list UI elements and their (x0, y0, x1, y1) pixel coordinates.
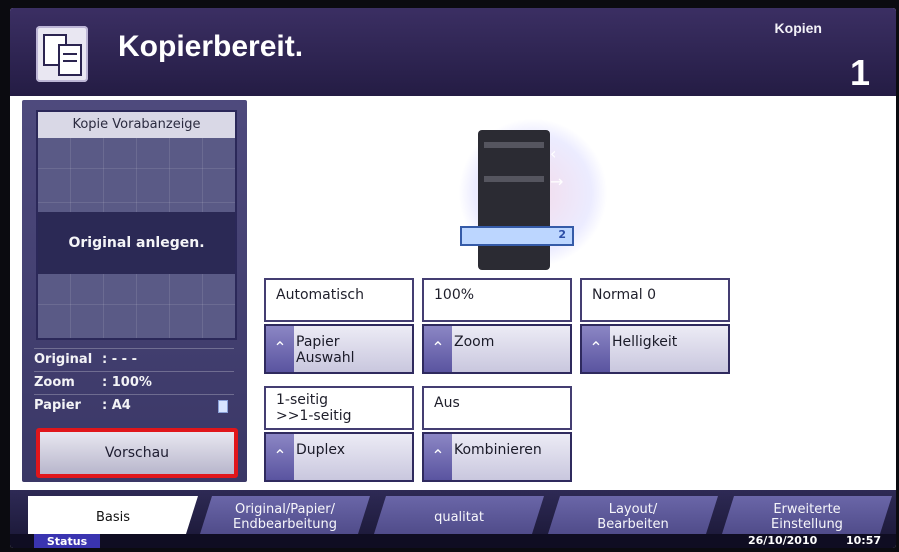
info-key: Papier (34, 398, 81, 413)
tab-basis[interactable]: Basis (28, 496, 198, 534)
info-row-zoom: Zoom : 100% (34, 371, 234, 394)
machine-slot (484, 142, 544, 148)
chevron-up-icon: ⌃ (266, 326, 294, 372)
printer-illustration: ‹ → 2 (460, 130, 574, 270)
combine-button[interactable]: ⌃ Kombinieren (422, 432, 572, 482)
time-display: 10:57 (846, 534, 882, 547)
tab-label: qualitat (434, 509, 484, 525)
info-value: : 100% (102, 375, 152, 390)
tab-bar: Basis Original/Papier/ Endbearbeitung qu… (10, 490, 896, 534)
brightness-setting-value: Normal 0 (580, 278, 730, 322)
info-value: : A4 (102, 398, 131, 413)
button-label: Kombinieren (454, 442, 542, 458)
chevron-up-icon: ⌃ (424, 434, 452, 480)
copies-label: Kopien (774, 20, 822, 36)
date-display: 26/10/2010 (748, 534, 818, 547)
preview-button-highlight: Vorschau (36, 428, 238, 478)
tab-label: Erweiterte Einstellung (771, 502, 843, 532)
chevron-up-icon: ⌃ (582, 326, 610, 372)
combine-setting-value: Aus (422, 386, 572, 430)
paper-setting-value: Automatisch (264, 278, 414, 322)
copies-count: 1 (849, 52, 870, 93)
button-label: Papier Auswahl (296, 334, 355, 366)
button-label: Helligkeit (612, 334, 678, 350)
tab-quality[interactable]: qualitat (374, 496, 544, 534)
info-row-original: Original : - - - (34, 348, 234, 371)
preview-title: Kopie Vorabanzeige (38, 112, 235, 138)
tab-label: Original/Papier/ Endbearbeitung (233, 502, 337, 532)
duplex-setting-value: 1-seitig >>1-seitig (264, 386, 414, 430)
tab-layout[interactable]: Layout/ Bearbeiten (548, 496, 718, 534)
tab-original-paper[interactable]: Original/Papier/ Endbearbeitung (200, 496, 370, 534)
preview-info: Original : - - - Zoom : 100% Papier : A4 (34, 348, 234, 417)
preview-panel: Kopie Vorabanzeige Original anlegen. Ori… (22, 100, 247, 482)
chevron-up-icon: ⌃ (424, 326, 452, 372)
info-value: : - - - (102, 352, 137, 367)
status-title: Kopierbereit. (118, 30, 304, 63)
info-row-paper: Papier : A4 (34, 394, 234, 417)
tab-advanced[interactable]: Erweiterte Einstellung (722, 496, 892, 534)
copier-screen: Kopierbereit. Kopien 1 Kopie Vorabanzeig… (10, 8, 896, 548)
header-bar: Kopierbereit. Kopien 1 (10, 8, 896, 96)
zoom-setting-value: 100% (422, 278, 572, 322)
machine-slot (484, 176, 544, 182)
status-bar: Status 26/10/2010 10:57 (10, 534, 896, 548)
tab-label: Basis (95, 509, 131, 525)
status-button[interactable]: Status (34, 534, 100, 548)
tray-number: 2 (558, 228, 566, 241)
paper-tray: 2 (460, 226, 574, 246)
arrow-left-icon: ‹ (550, 144, 557, 163)
paper-select-button[interactable]: ⌃ Papier Auswahl (264, 324, 414, 374)
paper-icon (218, 400, 228, 413)
zoom-button[interactable]: ⌃ Zoom (422, 324, 572, 374)
tab-label: Layout/ Bearbeiten (597, 502, 669, 532)
button-label: Zoom (454, 334, 495, 350)
copy-mode-icon (36, 26, 88, 82)
preview-button[interactable]: Vorschau (40, 432, 234, 474)
arrow-right-icon: → (550, 172, 564, 191)
duplex-button[interactable]: ⌃ Duplex (264, 432, 414, 482)
brightness-button[interactable]: ⌃ Helligkeit (580, 324, 730, 374)
info-key: Original (34, 352, 93, 367)
chevron-up-icon: ⌃ (266, 434, 294, 480)
preview-message: Original anlegen. (38, 212, 235, 274)
button-label: Duplex (296, 442, 346, 458)
info-key: Zoom (34, 375, 75, 390)
copy-preview-area: Kopie Vorabanzeige Original anlegen. (36, 110, 237, 340)
